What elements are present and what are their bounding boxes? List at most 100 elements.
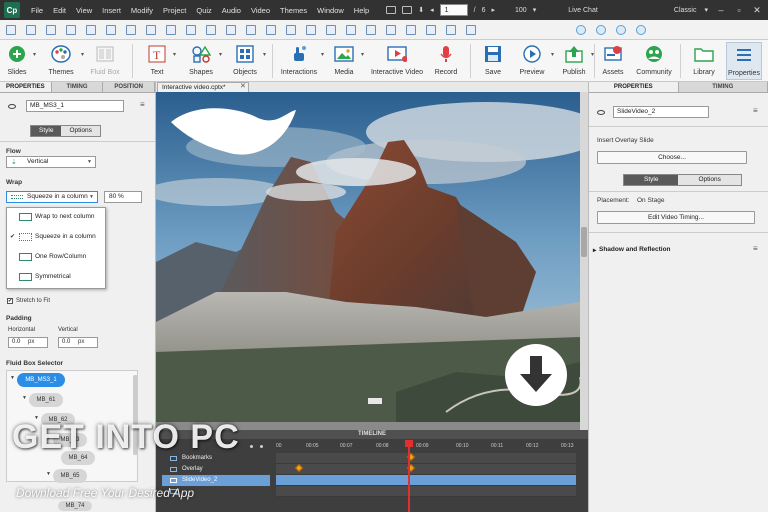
page-current-input[interactable]: 1 bbox=[439, 4, 468, 16]
publish-button[interactable]: ▾ Publish bbox=[560, 42, 594, 80]
align-left-icon[interactable] bbox=[6, 24, 16, 35]
zoom-dropdown-icon[interactable]: ▾ bbox=[533, 6, 537, 14]
guides-icon[interactable] bbox=[466, 24, 476, 35]
minimize-icon[interactable]: – bbox=[716, 5, 726, 15]
arrow-down-icon[interactable]: ⬇ bbox=[418, 6, 424, 14]
shapes-button[interactable]: ▾ Shapes bbox=[186, 42, 222, 80]
same-height-icon[interactable] bbox=[186, 24, 196, 35]
expand-icon[interactable]: ▸ bbox=[593, 246, 596, 254]
scroll-thumb[interactable] bbox=[581, 227, 587, 257]
menu-insert[interactable]: Insert bbox=[97, 6, 126, 15]
themes-button[interactable]: ▾ Themes bbox=[44, 42, 84, 80]
workspace-select[interactable]: Classic bbox=[674, 7, 697, 14]
same-size-icon[interactable] bbox=[206, 24, 216, 35]
lock-icon[interactable] bbox=[260, 445, 263, 448]
tree-node[interactable]: MB_65 bbox=[53, 469, 87, 483]
timeline-row-overlay[interactable]: Overlay bbox=[162, 464, 270, 475]
group-icon[interactable] bbox=[286, 24, 296, 35]
flip-icon[interactable] bbox=[426, 24, 436, 35]
object-name-field[interactable]: SlideVideo_2 bbox=[613, 106, 709, 118]
align-smart-icon[interactable] bbox=[266, 24, 276, 35]
tab-properties[interactable]: PROPERTIES bbox=[0, 82, 52, 92]
send-backward-icon[interactable] bbox=[346, 24, 356, 35]
align-top-icon[interactable] bbox=[66, 24, 76, 35]
menu-project[interactable]: Project bbox=[158, 6, 191, 15]
same-width-icon[interactable] bbox=[166, 24, 176, 35]
align-middle-icon[interactable] bbox=[86, 24, 96, 35]
menu-quiz[interactable]: Quiz bbox=[191, 6, 216, 15]
rotate-icon[interactable] bbox=[406, 24, 416, 35]
options-tab[interactable]: Options bbox=[61, 126, 100, 136]
zoom-value[interactable]: 100 bbox=[515, 7, 527, 14]
center-v-icon[interactable] bbox=[246, 24, 256, 35]
flow-dropdown[interactable]: ⇣ Vertical ▼ bbox=[6, 156, 96, 168]
menu-icon[interactable]: ≡ bbox=[753, 244, 758, 253]
interactions-button[interactable]: ▾ Interactions bbox=[280, 42, 324, 80]
ungroup-icon[interactable] bbox=[306, 24, 316, 35]
fluid-box-button[interactable]: Fluid Box bbox=[88, 42, 122, 80]
shadow-reflection-section[interactable]: Shadow and Reflection bbox=[599, 246, 671, 253]
layer-bottom-icon[interactable] bbox=[636, 24, 646, 35]
snap-grid-icon[interactable] bbox=[446, 24, 456, 35]
objects-button[interactable]: ▾ Objects bbox=[230, 42, 266, 80]
align-right-icon[interactable] bbox=[46, 24, 56, 35]
timeline-track[interactable] bbox=[276, 453, 576, 464]
menu-view[interactable]: View bbox=[71, 6, 97, 15]
close-icon[interactable]: ✕ bbox=[752, 5, 762, 16]
maximize-icon[interactable]: ▫ bbox=[734, 5, 744, 15]
distribute-v-icon[interactable] bbox=[146, 24, 156, 35]
preview-button[interactable]: ▾ Preview bbox=[516, 42, 554, 80]
menu-icon[interactable]: ≡ bbox=[753, 106, 758, 115]
video-slide-stage[interactable] bbox=[156, 92, 580, 422]
assets-button[interactable]: Assets bbox=[600, 42, 626, 80]
options-tab[interactable]: Options bbox=[678, 175, 741, 185]
timeline-track[interactable] bbox=[276, 464, 576, 475]
tree-expand-icon[interactable]: ▼ bbox=[22, 395, 27, 401]
slides-button[interactable]: ▾ Slides bbox=[4, 42, 36, 80]
menu-icon[interactable]: ≡ bbox=[140, 100, 145, 109]
lock-icon[interactable] bbox=[366, 24, 376, 35]
wrap-option-one-row[interactable]: One Row/Column bbox=[7, 248, 107, 266]
style-tab[interactable]: Style bbox=[31, 126, 62, 136]
align-center-icon[interactable] bbox=[26, 24, 36, 35]
menu-edit[interactable]: Edit bbox=[48, 6, 71, 15]
canvas-vertical-scrollbar[interactable] bbox=[580, 92, 588, 430]
community-button[interactable]: Community bbox=[636, 42, 672, 80]
edit-video-timing-button[interactable]: Edit Video Timing... bbox=[597, 211, 755, 224]
stretch-to-fit-checkbox[interactable]: ✔ bbox=[7, 298, 13, 304]
timeline-track-selected[interactable] bbox=[276, 475, 576, 486]
workspace-dropdown-icon[interactable]: ▾ bbox=[704, 6, 708, 14]
tab-properties[interactable]: PROPERTIES bbox=[589, 82, 679, 92]
layer-up-icon[interactable] bbox=[576, 24, 586, 35]
layer-top-icon[interactable] bbox=[616, 24, 626, 35]
layer-down-icon[interactable] bbox=[596, 24, 606, 35]
media-button[interactable]: ▾ Media bbox=[330, 42, 364, 80]
mail-icon[interactable] bbox=[402, 6, 413, 14]
arrow-right-icon[interactable]: ▸ bbox=[491, 6, 495, 14]
document-tab[interactable]: Interactive video.cptx* bbox=[157, 82, 249, 92]
record-button[interactable]: Record bbox=[432, 42, 460, 80]
menu-modify[interactable]: Modify bbox=[126, 6, 158, 15]
eye-icon[interactable] bbox=[597, 110, 605, 115]
library-button[interactable]: Library bbox=[690, 42, 718, 80]
bring-forward-icon[interactable] bbox=[326, 24, 336, 35]
timeline-row-slidevideo[interactable]: SlideVideo_2 bbox=[162, 475, 270, 486]
close-tab-icon[interactable]: ✕ bbox=[240, 82, 246, 90]
screen-icon[interactable] bbox=[386, 6, 397, 14]
wrap-option-squeeze[interactable]: ✔ Squeeze in a column bbox=[7, 228, 107, 246]
save-button[interactable]: Save bbox=[480, 42, 506, 80]
arrow-left-icon[interactable]: ◂ bbox=[430, 6, 434, 14]
menu-themes[interactable]: Themes bbox=[275, 6, 312, 15]
center-h-icon[interactable] bbox=[226, 24, 236, 35]
tree-node[interactable]: MB_61 bbox=[29, 393, 63, 407]
style-tab[interactable]: Style bbox=[624, 175, 679, 185]
tab-timing[interactable]: TIMING bbox=[678, 82, 768, 92]
tree-node[interactable]: MB_74 bbox=[58, 501, 92, 511]
interactive-video-button[interactable]: Interactive Video bbox=[370, 42, 424, 80]
wrap-dropdown[interactable]: Squeeze in a column ▼ bbox=[6, 191, 98, 203]
tab-position[interactable]: POSITION bbox=[103, 82, 155, 92]
wrap-option-symmetrical[interactable]: Symmetrical bbox=[7, 268, 107, 286]
eye-icon[interactable] bbox=[8, 104, 16, 109]
live-chat-link[interactable]: Live Chat bbox=[568, 7, 598, 14]
wrap-option-next-column[interactable]: Wrap to next column bbox=[7, 208, 107, 226]
